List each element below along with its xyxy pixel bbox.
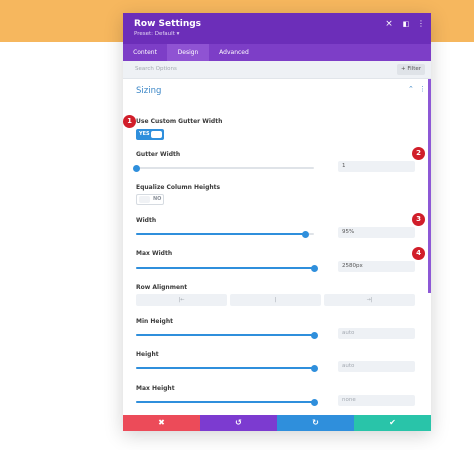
slider-fill (136, 401, 314, 403)
modal-header: Row Settings Preset: Default ▾ × ◧ ⋮ (123, 13, 431, 44)
tab-bar: Content Design Advanced (123, 44, 431, 61)
preset-selector[interactable]: Preset: Default ▾ (134, 31, 179, 37)
width-input[interactable]: 95% (338, 227, 415, 238)
max-width-label: Max Width (136, 250, 173, 257)
tab-design[interactable]: Design (167, 44, 209, 61)
max-width-input[interactable]: 2580px (338, 261, 415, 272)
filter-button[interactable]: + Filter (397, 64, 425, 75)
max-height-slider[interactable] (136, 398, 318, 406)
max-width-slider[interactable] (136, 264, 318, 272)
gutter-width-label: Gutter Width (136, 151, 181, 158)
slider-fill (136, 367, 314, 369)
more-icon[interactable]: ⋮ (415, 18, 427, 30)
slider-thumb[interactable] (310, 398, 318, 406)
modal-title: Row Settings (134, 19, 202, 29)
equalize-label: Equalize Column Heights (136, 184, 221, 191)
equalize-toggle[interactable]: NO (136, 194, 164, 205)
section-title[interactable]: Sizing (136, 86, 161, 96)
slider-thumb[interactable] (310, 364, 318, 372)
expand-icon[interactable]: ◧ (400, 18, 412, 30)
close-icon[interactable]: × (383, 18, 395, 30)
undo-button[interactable]: ↺ (200, 415, 277, 431)
slider-fill (136, 267, 314, 269)
width-label: Width (136, 217, 157, 224)
height-input[interactable]: auto (338, 361, 415, 372)
max-height-label: Max Height (136, 385, 175, 392)
slider-fill (136, 233, 306, 235)
scrollbar[interactable] (428, 79, 431, 293)
callout-badge-2: 2 (412, 147, 425, 160)
search-bar: Search Options + Filter (123, 61, 431, 79)
row-alignment-label: Row Alignment (136, 284, 188, 291)
toggle-knob (139, 196, 150, 203)
min-height-label: Min Height (136, 318, 173, 325)
settings-content: Sizing ⌃ ⋮ Use Custom Gutter Width YES G… (123, 79, 431, 415)
align-center-button[interactable]: | (230, 294, 321, 306)
tab-content[interactable]: Content (123, 44, 167, 61)
cancel-button[interactable]: ✖ (123, 415, 200, 431)
redo-button[interactable]: ↻ (277, 415, 354, 431)
gutter-width-slider[interactable] (132, 164, 314, 172)
toggle-knob (151, 131, 162, 138)
callout-badge-1: 1 (123, 115, 136, 128)
slider-thumb[interactable] (301, 230, 309, 238)
custom-gutter-label: Use Custom Gutter Width (136, 118, 223, 125)
section-more-icon[interactable]: ⋮ (419, 85, 426, 93)
min-height-input[interactable]: auto (338, 328, 415, 339)
save-button[interactable]: ✔ (354, 415, 431, 431)
slider-thumb[interactable] (310, 264, 318, 272)
min-height-slider[interactable] (136, 331, 318, 339)
toggle-state-text: NO (153, 196, 162, 202)
slider-thumb[interactable] (310, 331, 318, 339)
custom-gutter-toggle[interactable]: YES (136, 129, 164, 140)
slider-thumb[interactable] (132, 164, 140, 172)
row-settings-modal: Row Settings Preset: Default ▾ × ◧ ⋮ Con… (123, 13, 431, 431)
callout-badge-3: 3 (412, 213, 425, 226)
align-right-button[interactable]: →| (324, 294, 415, 306)
chevron-up-icon[interactable]: ⌃ (408, 85, 414, 93)
modal-footer: ✖ ↺ ↻ ✔ (123, 415, 431, 431)
gutter-width-input[interactable]: 1 (338, 161, 415, 172)
row-alignment-group: |← | →| (136, 294, 415, 306)
tab-advanced[interactable]: Advanced (209, 44, 259, 61)
toggle-state-text: YES (139, 131, 150, 137)
align-left-button[interactable]: |← (136, 294, 227, 306)
search-input[interactable]: Search Options (135, 66, 177, 72)
slider-fill (136, 334, 314, 336)
callout-badge-4: 4 (412, 247, 425, 260)
height-label: Height (136, 351, 159, 358)
width-slider[interactable] (136, 230, 314, 238)
max-height-input[interactable]: none (338, 395, 415, 406)
height-slider[interactable] (136, 364, 318, 372)
